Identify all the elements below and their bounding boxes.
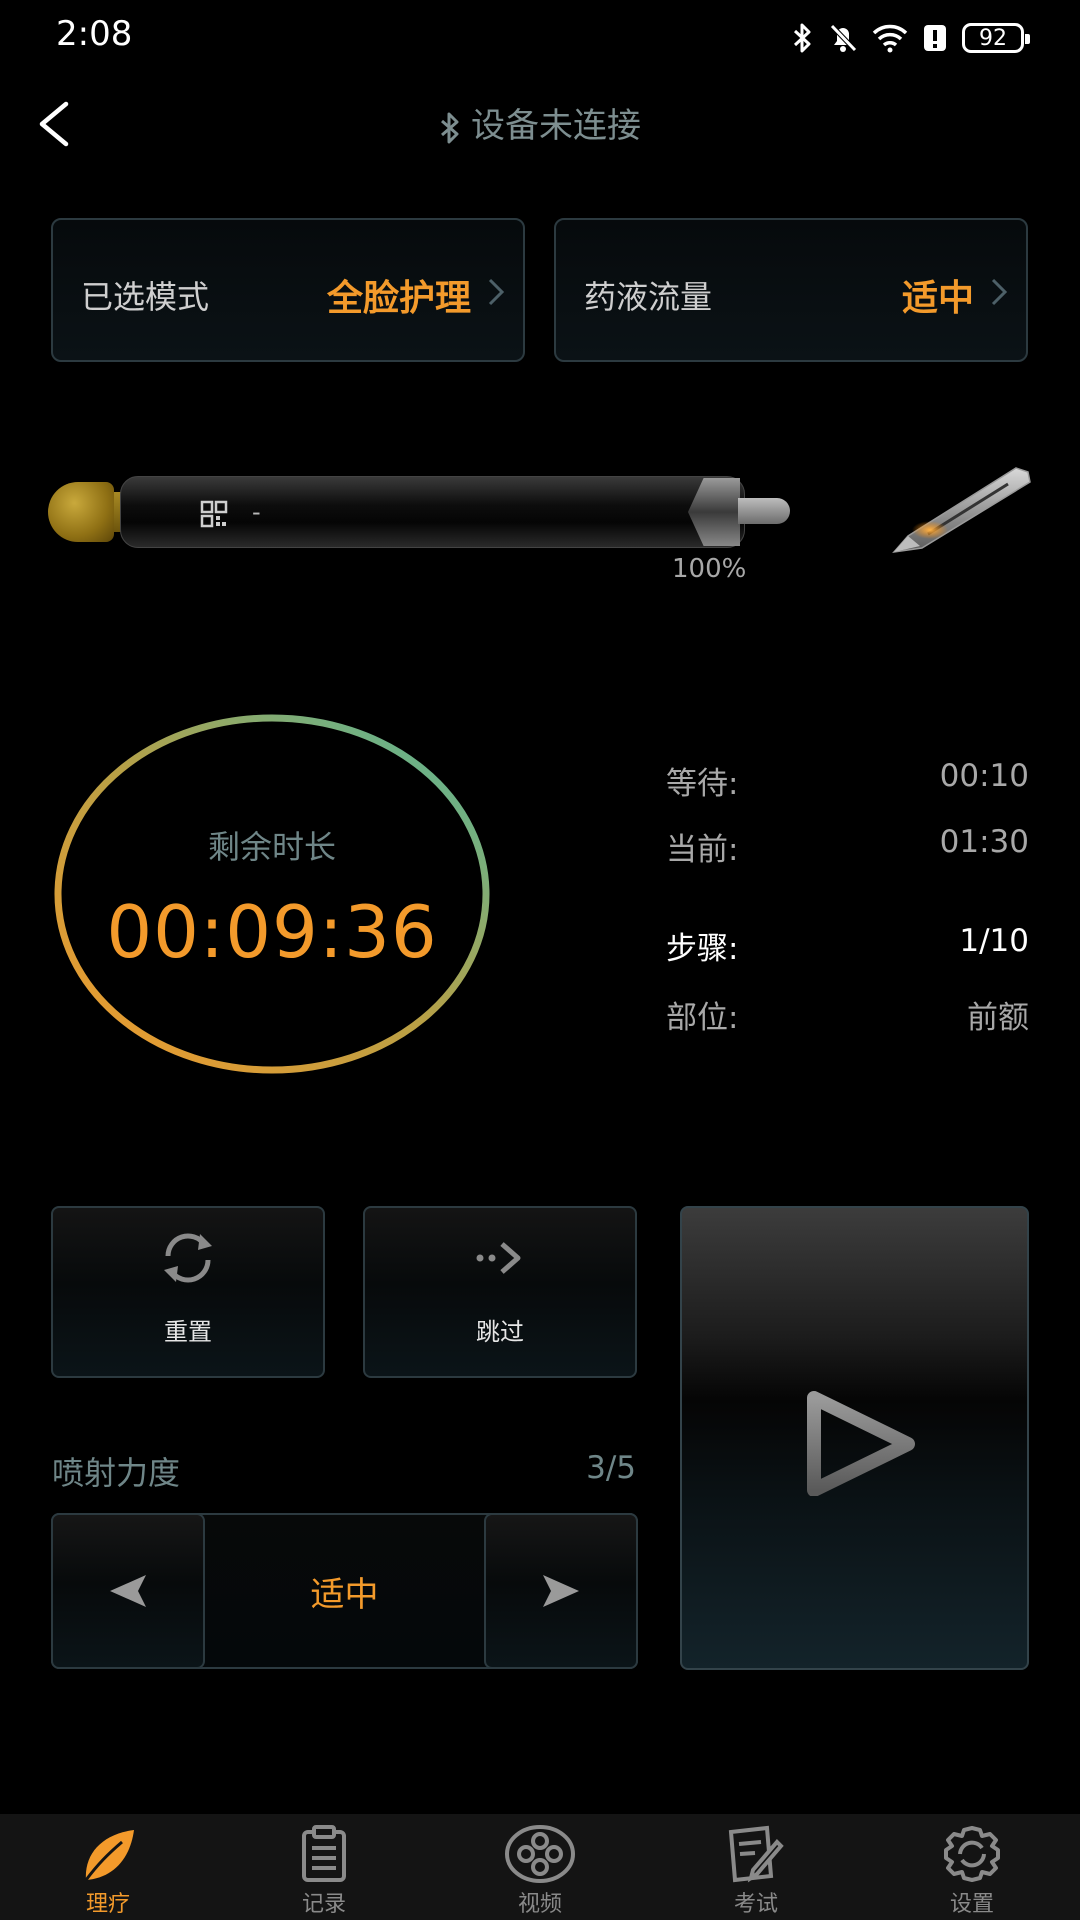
spray-force-stepper: 适中 bbox=[51, 1513, 638, 1669]
nav-item-therapy[interactable]: 理疗 bbox=[0, 1814, 216, 1920]
header: 设备未连接 bbox=[0, 80, 1080, 160]
play-button[interactable] bbox=[680, 1206, 1029, 1670]
gear-icon bbox=[944, 1826, 1000, 1882]
refresh-icon bbox=[164, 1233, 212, 1283]
nav-item-video[interactable]: 视频 bbox=[432, 1814, 648, 1920]
nav-label-settings: 设置 bbox=[949, 1892, 994, 1917]
spray-force-value: 3/5 bbox=[586, 1450, 636, 1486]
battery-indicator: 92 bbox=[962, 23, 1030, 53]
info-wait-label: 等待: bbox=[666, 766, 739, 802]
connection-status: 设备未连接 bbox=[0, 98, 1080, 147]
cartridge-percent: 100% bbox=[672, 554, 747, 584]
status-time: 2:08 bbox=[56, 14, 133, 54]
pen-device-icon bbox=[892, 467, 1031, 554]
skip-arrow-icon bbox=[476, 1242, 521, 1274]
leaf-icon bbox=[84, 1830, 134, 1881]
mode-label: 已选模式 bbox=[81, 278, 210, 316]
spray-force-label: 喷射力度 bbox=[52, 1454, 181, 1492]
wifi-icon bbox=[872, 24, 908, 53]
remaining-time-value: 00:09:36 bbox=[106, 890, 438, 974]
nav-label-video: 视频 bbox=[517, 1892, 562, 1917]
reset-label: 重置 bbox=[164, 1318, 212, 1346]
bluetooth-icon bbox=[441, 112, 459, 143]
nav-item-settings[interactable]: 设置 bbox=[864, 1814, 1080, 1920]
info-area: 部位: 前额 bbox=[666, 992, 1029, 1036]
info-wait-value: 00:10 bbox=[939, 758, 1029, 794]
nav-item-exam[interactable]: 考试 bbox=[648, 1814, 864, 1920]
nav-label-therapy: 理疗 bbox=[85, 1892, 130, 1917]
status-bar: 2:08 92 bbox=[0, 0, 1080, 72]
chevron-right-icon bbox=[991, 278, 1008, 306]
skip-button[interactable]: 跳过 bbox=[363, 1206, 637, 1378]
arrow-left-icon bbox=[110, 1575, 146, 1607]
clipboard-icon bbox=[302, 1825, 346, 1882]
mode-value: 全脸护理 bbox=[326, 278, 471, 319]
info-step: 步骤: 1/10 bbox=[666, 923, 1029, 967]
nav-label-records: 记录 bbox=[301, 1892, 346, 1917]
remaining-time-label: 剩余时长 bbox=[207, 828, 336, 866]
flow-value: 适中 bbox=[901, 278, 974, 319]
qr-code-icon bbox=[200, 500, 228, 528]
info-area-label: 部位: bbox=[666, 1000, 739, 1036]
info-step-label: 步骤: bbox=[666, 931, 739, 967]
info-area-value: 前额 bbox=[967, 1000, 1029, 1036]
bell-muted-icon bbox=[830, 24, 857, 52]
info-wait: 等待: 00:10 bbox=[666, 758, 1029, 802]
bluetooth-icon bbox=[793, 23, 811, 53]
status-icons: 92 bbox=[792, 18, 1030, 58]
flow-label: 药液流量 bbox=[584, 278, 713, 316]
mode-selector[interactable]: 已选模式 全脸护理 bbox=[51, 218, 525, 362]
bottom-nav: 理疗 记录 视频 考试 设置 bbox=[0, 1814, 1080, 1920]
cartridge-code: - bbox=[252, 498, 261, 526]
info-current-label: 当前: bbox=[666, 832, 739, 868]
film-reel-icon bbox=[505, 1825, 575, 1883]
connection-status-text: 设备未连接 bbox=[471, 106, 641, 146]
cartridge-graphic: - bbox=[48, 470, 798, 560]
info-step-value: 1/10 bbox=[959, 923, 1029, 959]
chevron-right-icon bbox=[488, 278, 505, 306]
play-icon bbox=[807, 1391, 915, 1496]
spray-force-level: 适中 bbox=[310, 1575, 379, 1615]
alert-icon bbox=[924, 25, 946, 51]
treatment-screen: 2:08 92 设备未连接 已选模式 全脸护理 药液流量 适中 - 100% 剩… bbox=[0, 0, 1080, 1920]
nav-item-records[interactable]: 记录 bbox=[216, 1814, 432, 1920]
skip-label: 跳过 bbox=[476, 1318, 524, 1346]
exam-edit-icon bbox=[728, 1825, 784, 1883]
spray-decrease-button[interactable] bbox=[51, 1513, 205, 1669]
spray-increase-button[interactable] bbox=[484, 1513, 638, 1669]
cartridge-gold-cap bbox=[48, 482, 114, 542]
info-current: 当前: 01:30 bbox=[666, 824, 1029, 868]
flow-selector[interactable]: 药液流量 适中 bbox=[554, 218, 1028, 362]
arrow-right-icon bbox=[543, 1575, 579, 1607]
nav-label-exam: 考试 bbox=[733, 1892, 778, 1917]
cartridge-tip bbox=[738, 498, 790, 524]
reset-button[interactable]: 重置 bbox=[51, 1206, 325, 1378]
info-current-value: 01:30 bbox=[939, 824, 1029, 860]
